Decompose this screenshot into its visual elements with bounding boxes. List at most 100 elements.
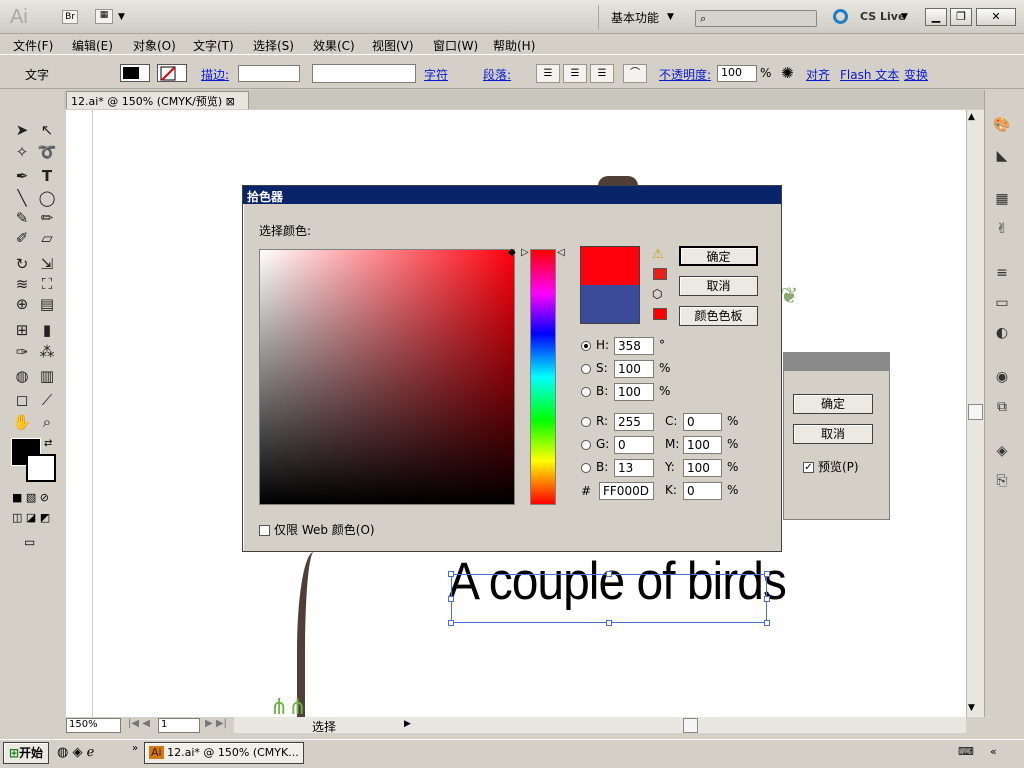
hue-slider-left-arrow[interactable]: ▷ xyxy=(521,247,529,258)
artboard-tool-icon[interactable]: ◻ xyxy=(11,390,33,410)
envelope-icon[interactable]: ⌒ xyxy=(623,64,647,83)
menu-view[interactable]: 视图(V) xyxy=(372,37,414,54)
horizontal-scroll-thumb[interactable] xyxy=(683,718,698,733)
color-field[interactable] xyxy=(259,249,515,505)
close-icon[interactable]: ⊠ xyxy=(226,95,235,108)
align-right-icon[interactable]: ☰ xyxy=(590,64,614,83)
chevron-down-icon[interactable]: ▼ xyxy=(118,12,125,22)
artboard-number-input[interactable]: 1 xyxy=(158,718,200,733)
hue-slider[interactable] xyxy=(530,249,556,505)
gamut-color-swatch[interactable] xyxy=(653,268,667,280)
color-panel-icon[interactable]: 🎨 xyxy=(991,117,1013,137)
swatches-icon[interactable]: ▦ xyxy=(991,191,1013,211)
black-input[interactable]: 0 xyxy=(683,482,722,500)
green-input[interactable]: 0 xyxy=(614,436,654,454)
hex-input[interactable]: FF000D xyxy=(599,482,654,500)
restore-button[interactable]: ❐ xyxy=(950,8,972,26)
selection-handle[interactable] xyxy=(606,571,612,577)
chevron-down-icon[interactable]: ▼ xyxy=(667,12,674,22)
menu-file[interactable]: 文件(F) xyxy=(13,37,53,54)
hue-radio[interactable]: H: xyxy=(581,338,609,352)
bridge-button[interactable]: Br xyxy=(62,10,78,24)
flash-text-link[interactable]: Flash 文本 xyxy=(840,66,899,83)
cancel-button[interactable]: 取消 xyxy=(793,424,873,444)
scroll-down-icon[interactable]: ▼ xyxy=(968,703,975,713)
magenta-input[interactable]: 100 xyxy=(683,436,722,454)
align-link[interactable]: 对齐 xyxy=(806,66,830,83)
draw-mode-icon[interactable]: ◫ ◪ ◩ xyxy=(12,511,50,524)
red-input[interactable]: 255 xyxy=(614,413,654,431)
align-center-icon[interactable]: ☰ xyxy=(563,64,587,83)
search-input[interactable] xyxy=(695,10,817,27)
menu-help[interactable]: 帮助(H) xyxy=(493,37,535,54)
style-dropdown[interactable] xyxy=(312,64,416,83)
free-transform-icon[interactable]: ⛶ xyxy=(36,274,58,294)
stroke-swatch[interactable] xyxy=(157,64,187,82)
screen-mode-icon[interactable]: ▭ xyxy=(24,535,35,549)
more-icon[interactable]: » xyxy=(132,743,138,754)
web-colors-only-checkbox[interactable]: 仅限 Web 颜色(O) xyxy=(259,521,375,538)
selection-handle[interactable] xyxy=(448,571,454,577)
ok-button[interactable]: 确定 xyxy=(793,394,873,414)
hue-slider-right-arrow[interactable]: ◁ xyxy=(557,247,565,258)
brightness-input[interactable]: 100 xyxy=(614,383,654,401)
perspective-grid-icon[interactable]: ▤ xyxy=(36,294,58,314)
recolor-icon[interactable]: ✺ xyxy=(781,64,794,82)
brushes-icon[interactable]: ✌ xyxy=(991,221,1013,241)
stroke-panel-icon[interactable]: ≡ xyxy=(991,265,1013,285)
cyan-input[interactable]: 0 xyxy=(683,413,722,431)
minimize-button[interactable]: ▁ xyxy=(925,8,947,26)
ellipse-tool-icon[interactable]: ◯ xyxy=(36,188,58,208)
page-nav-first-icon[interactable]: |◀ ◀ xyxy=(128,718,150,729)
original-color-preview[interactable] xyxy=(580,285,640,324)
preview-checkbox[interactable]: ✓ 预览(P) xyxy=(803,458,859,475)
status-menu-icon[interactable]: ▶ xyxy=(404,719,411,729)
status-mode[interactable]: 选择 xyxy=(312,718,336,735)
line-tool-icon[interactable]: ╲ xyxy=(11,188,33,208)
hue-input[interactable]: 358 xyxy=(614,337,654,355)
direct-selection-tool-icon[interactable]: ↖ xyxy=(36,120,58,140)
selection-handle[interactable] xyxy=(764,620,770,626)
blue-radio[interactable]: B: xyxy=(581,460,608,474)
symbol-sprayer-icon[interactable]: ◍ xyxy=(11,366,33,386)
green-radio[interactable]: G: xyxy=(581,437,609,451)
opacity-link[interactable]: 不透明度: xyxy=(659,66,711,83)
selection-handle[interactable] xyxy=(606,620,612,626)
selection-handle[interactable] xyxy=(448,620,454,626)
brush-tool-icon[interactable]: ✎ xyxy=(11,208,33,228)
chevron-down-icon[interactable]: ▼ xyxy=(901,12,908,22)
vertical-scroll-thumb[interactable] xyxy=(968,404,983,420)
tray-expand-icon[interactable]: « xyxy=(990,745,997,758)
web-safe-color-swatch[interactable] xyxy=(653,308,667,320)
appearance-icon[interactable]: ◉ xyxy=(991,369,1013,389)
arrange-documents-icon[interactable]: ▦ xyxy=(95,9,113,24)
rotate-tool-icon[interactable]: ↻ xyxy=(11,254,33,274)
cs-live-menu[interactable]: CS Live xyxy=(860,10,905,23)
page-nav-last-icon[interactable]: ▶ ▶| xyxy=(205,718,227,729)
color-mode-icon[interactable]: ■ ▧ ⊘ xyxy=(12,491,49,504)
color-guide-icon[interactable]: ◣ xyxy=(991,148,1013,168)
menu-object[interactable]: 对象(O) xyxy=(133,37,176,54)
width-tool-icon[interactable]: ≋ xyxy=(11,274,33,294)
menu-type[interactable]: 文字(T) xyxy=(193,37,234,54)
opacity-input[interactable]: 100 xyxy=(717,65,757,82)
zoom-tool-icon[interactable]: ⌕ xyxy=(36,412,58,432)
quicklaunch-icons[interactable]: ◍ ◈ ℯ xyxy=(57,745,94,760)
keyboard-icon[interactable]: ⌨ xyxy=(958,745,974,758)
saturation-input[interactable]: 100 xyxy=(614,360,654,378)
blob-brush-icon[interactable]: ✐ xyxy=(11,228,33,248)
stroke-link[interactable]: 描边: xyxy=(201,66,229,83)
start-button[interactable]: ⊞开始 xyxy=(3,742,49,764)
out-of-gamut-warning-icon[interactable]: ⚠ xyxy=(652,247,664,262)
document-tab[interactable]: 12.ai* @ 150% (CMYK/预览) ⊠ xyxy=(66,91,249,109)
stroke-color-box[interactable] xyxy=(26,454,56,482)
transform-link[interactable]: 变换 xyxy=(904,66,928,83)
cs-live-icon[interactable] xyxy=(833,9,848,24)
menu-window[interactable]: 窗口(W) xyxy=(433,37,478,54)
ok-button[interactable]: 确定 xyxy=(679,246,758,266)
brightness-radio[interactable]: B: xyxy=(581,384,608,398)
saturation-radio[interactable]: S: xyxy=(581,361,608,375)
fill-swatch[interactable] xyxy=(120,64,150,82)
web-safe-warning-icon[interactable]: ⬡ xyxy=(652,287,662,301)
hand-tool-icon[interactable]: ✋ xyxy=(11,412,33,432)
